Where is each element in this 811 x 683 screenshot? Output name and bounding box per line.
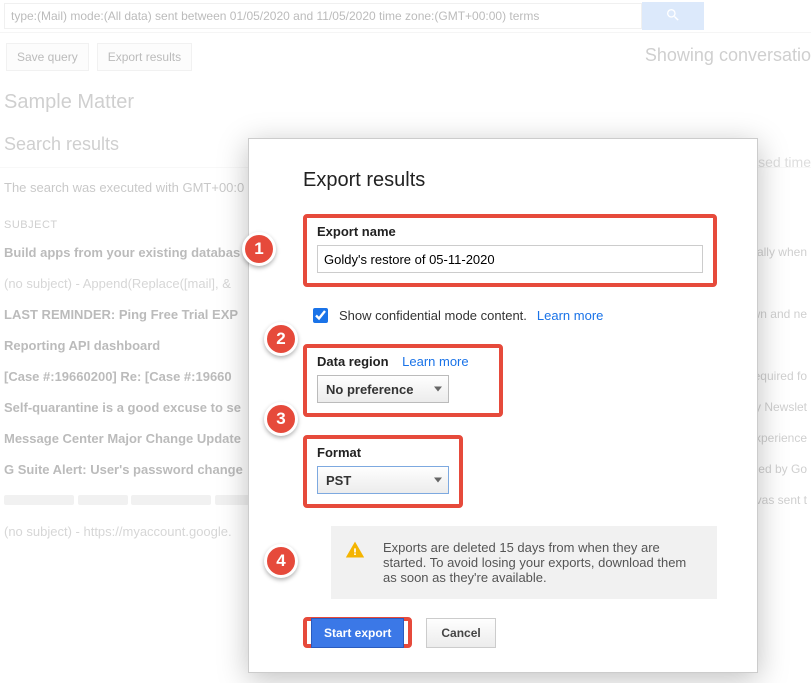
confidential-label: Show confidential mode content. — [339, 308, 527, 323]
warning-icon — [345, 540, 365, 563]
toolbar: Save query Export results Showing conver… — [0, 33, 811, 81]
cancel-button[interactable]: Cancel — [426, 618, 495, 648]
showing-label: Showing conversatio — [645, 45, 811, 66]
annotation-badge-2: 2 — [264, 322, 298, 356]
data-region-label: Data region Learn more — [317, 354, 489, 369]
info-text: Exports are deleted 15 days from when th… — [383, 540, 699, 585]
chevron-down-icon — [434, 387, 442, 392]
data-region-learn-more-link[interactable]: Learn more — [402, 354, 468, 369]
start-export-highlight: Start export — [303, 617, 412, 648]
save-query-button[interactable]: Save query — [6, 43, 89, 71]
annotation-badge-4: 4 — [264, 544, 298, 578]
annotation-badge-3: 3 — [264, 402, 298, 436]
export-results-dialog: Export results Export name Show confiden… — [248, 138, 758, 673]
dialog-actions: Start export Cancel — [303, 617, 717, 648]
dialog-title: Export results — [303, 169, 717, 192]
export-name-input[interactable] — [317, 245, 703, 273]
matter-title: Sample Matter — [0, 81, 811, 118]
export-results-button[interactable]: Export results — [97, 43, 192, 71]
annotation-badge-1: 1 — [242, 232, 276, 266]
search-input[interactable] — [4, 3, 642, 29]
start-export-button[interactable]: Start export — [311, 618, 404, 648]
search-bar — [0, 0, 811, 33]
data-region-group: Data region Learn more No preference — [303, 344, 503, 417]
data-region-select[interactable]: No preference — [317, 375, 449, 403]
confidential-row: Show confidential mode content. Learn mo… — [309, 305, 717, 326]
export-name-group: Export name — [303, 214, 717, 287]
search-icon — [665, 7, 681, 26]
data-region-value: No preference — [326, 382, 413, 397]
chevron-down-icon — [434, 478, 442, 483]
format-label: Format — [317, 445, 449, 460]
elapsed-time-label: sed time — [758, 154, 811, 170]
confidential-learn-more-link[interactable]: Learn more — [537, 308, 603, 323]
info-banner: Exports are deleted 15 days from when th… — [331, 526, 717, 599]
format-group: Format PST — [303, 435, 463, 508]
confidential-checkbox[interactable] — [313, 308, 328, 323]
format-select[interactable]: PST — [317, 466, 449, 494]
export-name-label: Export name — [317, 224, 703, 239]
format-value: PST — [326, 473, 351, 488]
search-button[interactable] — [642, 2, 704, 30]
